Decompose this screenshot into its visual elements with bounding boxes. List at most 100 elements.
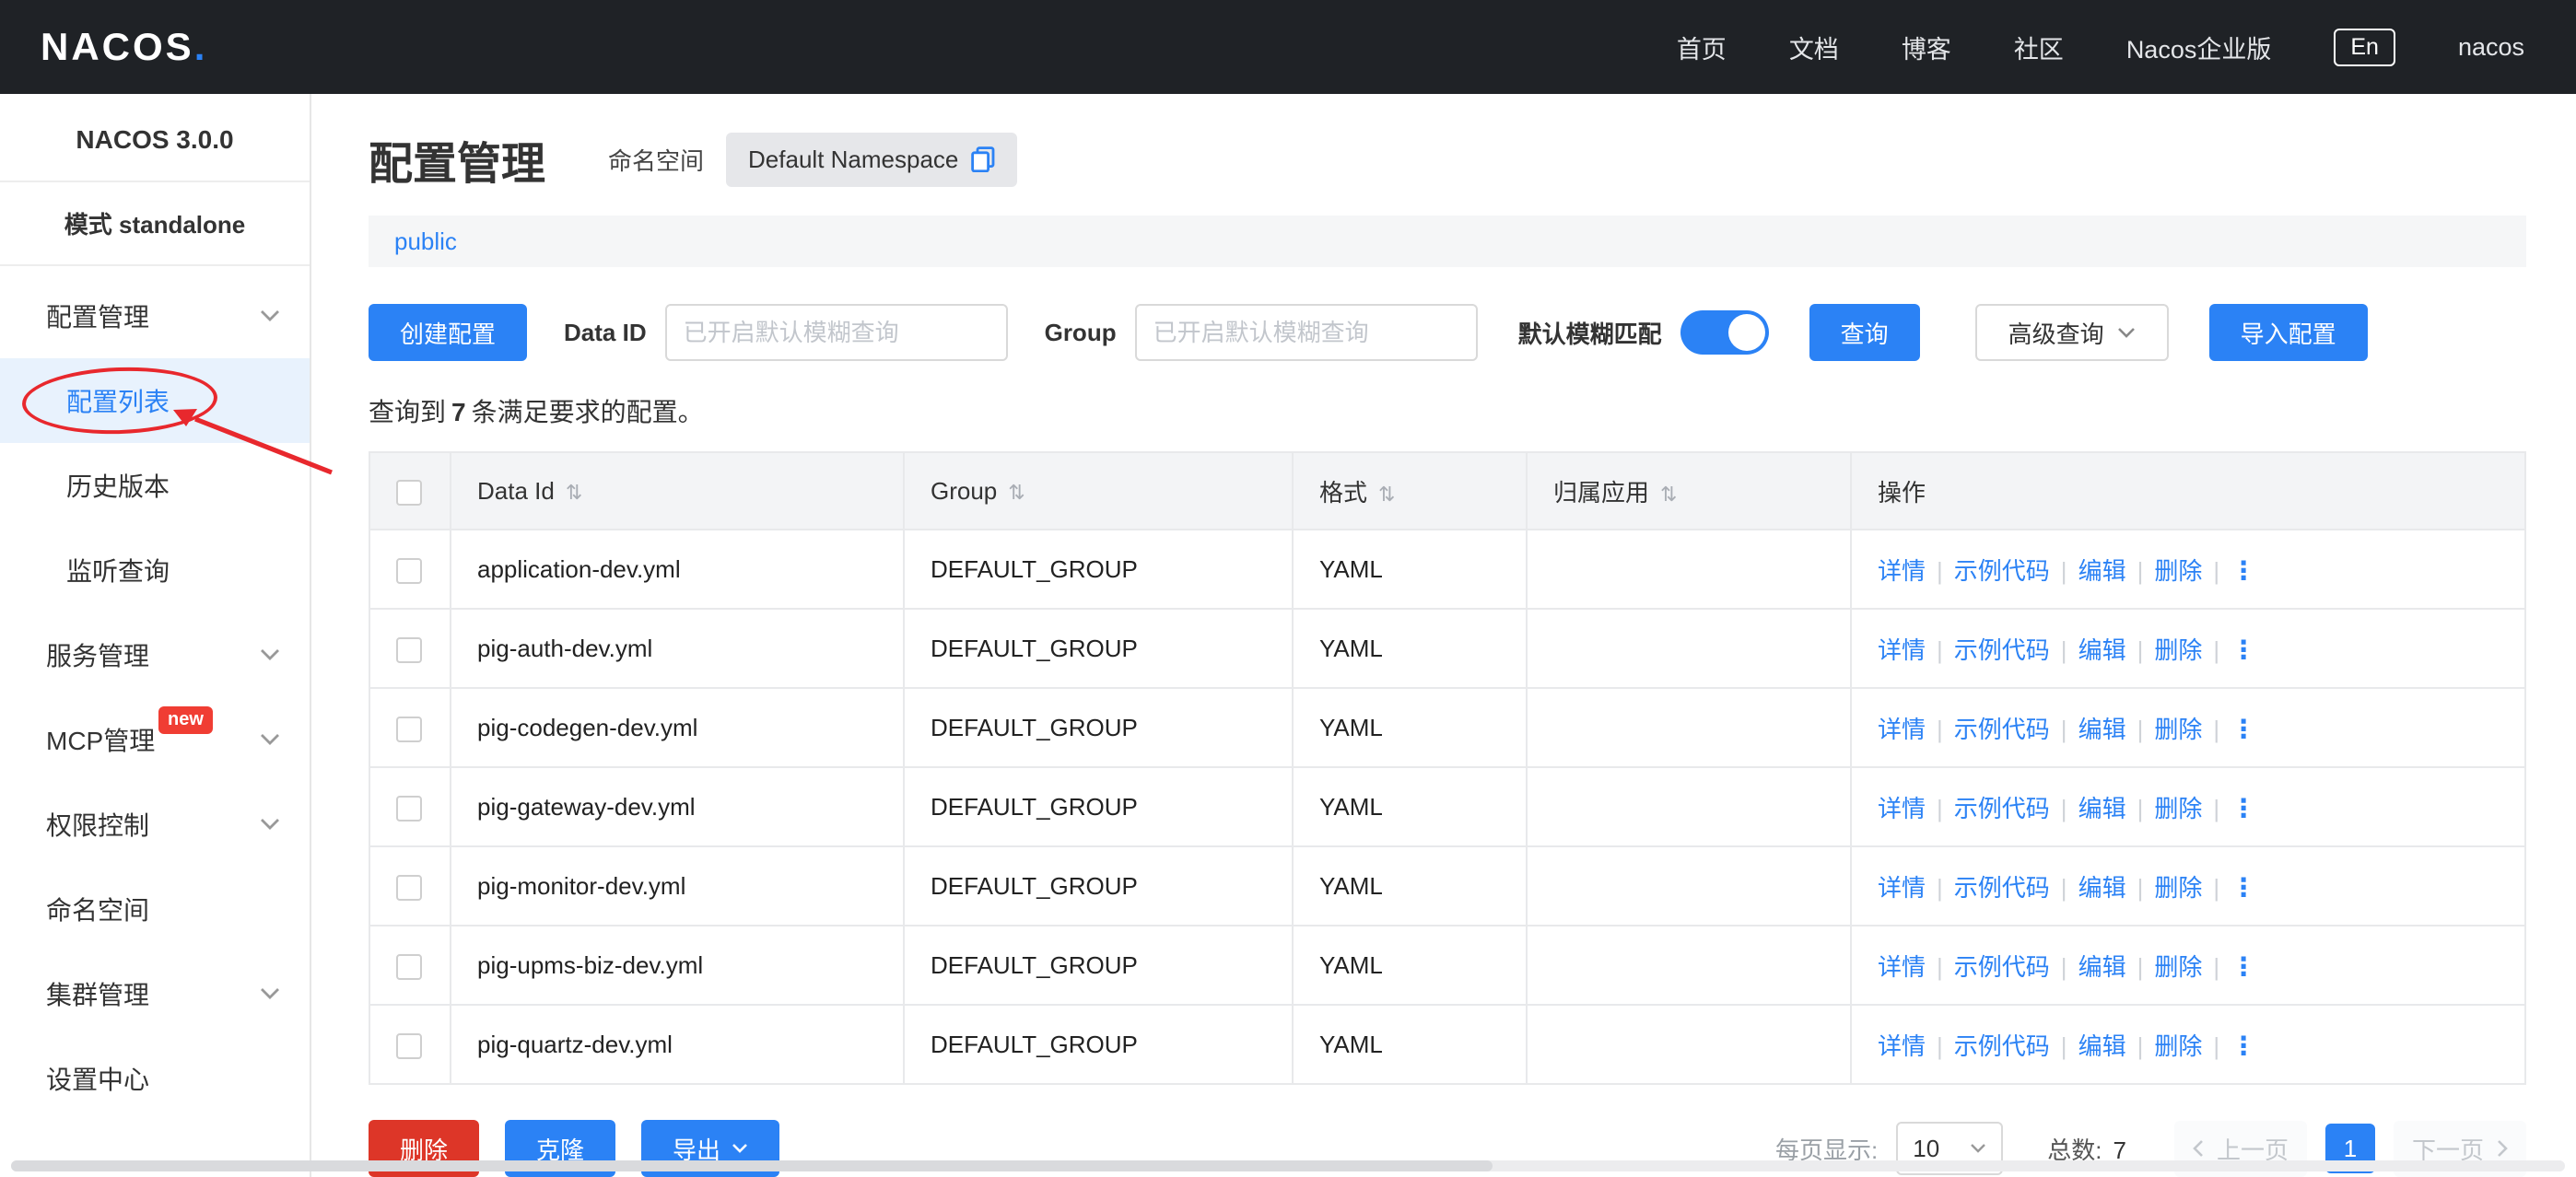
row-action-link[interactable]: 详情	[1878, 874, 1926, 902]
table-header-row: Data Id⇅ Group⇅ 格式⇅ 归属应用⇅ 操作	[369, 452, 2525, 530]
sidebar-item-settings-center[interactable]: 设置中心	[0, 1036, 310, 1121]
more-actions-icon[interactable]: ⋮	[2231, 715, 2256, 743]
row-checkbox[interactable]	[396, 637, 422, 663]
header-data-id[interactable]: Data Id⇅	[451, 452, 904, 530]
mode-standalone: 模式 standalone	[0, 182, 310, 266]
cell-data-id: pig-auth-dev.yml	[451, 609, 904, 688]
row-checkbox[interactable]	[396, 1033, 422, 1059]
row-action-link[interactable]: 示例代码	[1954, 1032, 2050, 1060]
row-action-link[interactable]: 详情	[1878, 557, 1926, 585]
sidebar-item-namespace[interactable]: 命名空间	[0, 867, 310, 951]
sidebar-item-label: 配置列表	[66, 382, 170, 419]
row-action-link[interactable]: 详情	[1878, 795, 1926, 822]
row-action-link[interactable]: 编辑	[2078, 795, 2126, 822]
row-action-link[interactable]: 详情	[1878, 953, 1926, 981]
action-separator: |	[2137, 716, 2144, 743]
row-action-link[interactable]: 编辑	[2078, 1032, 2126, 1060]
sort-icon[interactable]: ⇅	[1008, 481, 1025, 504]
more-actions-icon[interactable]: ⋮	[2231, 873, 2256, 902]
row-checkbox[interactable]	[396, 558, 422, 584]
sort-icon[interactable]: ⇅	[566, 481, 582, 504]
row-action-link[interactable]: 示例代码	[1954, 557, 2050, 585]
copy-icon[interactable]	[971, 146, 995, 172]
row-action-link[interactable]: 删除	[2154, 1032, 2202, 1060]
sidebar-item-history-versions[interactable]: 历史版本	[0, 443, 310, 528]
sidebar-item-permission-control[interactable]: 权限控制	[0, 782, 310, 867]
nacos-logo[interactable]: NACOS.	[41, 25, 207, 69]
row-action-link[interactable]: 示例代码	[1954, 716, 2050, 743]
sidebar-menu: 配置管理 配置列表 历史版本 监听查询 服务管理	[0, 266, 310, 1121]
nav-community[interactable]: 社区	[2014, 29, 2064, 65]
language-toggle[interactable]: En	[2334, 29, 2395, 66]
user-name[interactable]: nacos	[2458, 33, 2524, 62]
row-action-link[interactable]: 删除	[2154, 953, 2202, 981]
sidebar-item-listening-query[interactable]: 监听查询	[0, 528, 310, 612]
more-actions-icon[interactable]: ⋮	[2231, 635, 2256, 664]
row-action-link[interactable]: 示例代码	[1954, 795, 2050, 822]
row-checkbox[interactable]	[396, 796, 422, 822]
advanced-search-button[interactable]: 高级查询	[1975, 304, 2169, 361]
cell-format: YAML	[1293, 688, 1527, 767]
sidebar-item-mcp-management[interactable]: MCP管理 new	[0, 697, 310, 782]
nav-home[interactable]: 首页	[1677, 29, 1727, 65]
chevron-down-icon	[1970, 1143, 1986, 1154]
more-actions-icon[interactable]: ⋮	[2231, 556, 2256, 585]
scrollbar-thumb[interactable]	[11, 1160, 1493, 1171]
row-action-link[interactable]: 编辑	[2078, 716, 2126, 743]
group-input[interactable]	[1135, 304, 1478, 361]
namespace-selector[interactable]: Default Namespace	[726, 133, 1017, 187]
logo-dot: .	[194, 25, 208, 68]
row-action-link[interactable]: 示例代码	[1954, 636, 2050, 664]
sidebar-item-service-management[interactable]: 服务管理	[0, 612, 310, 697]
namespace-tab-public[interactable]: public	[394, 227, 457, 256]
row-action-link[interactable]: 删除	[2154, 636, 2202, 664]
search-button[interactable]: 查询	[1809, 304, 1920, 361]
row-action-link[interactable]: 示例代码	[1954, 953, 2050, 981]
data-id-input[interactable]	[665, 304, 1008, 361]
more-actions-icon[interactable]: ⋮	[2231, 952, 2256, 981]
fuzzy-match-toggle[interactable]	[1680, 310, 1769, 355]
table-row: pig-monitor-dev.yml DEFAULT_GROUP YAML 详…	[369, 846, 2525, 926]
row-action-link[interactable]: 示例代码	[1954, 874, 2050, 902]
cell-data-id: pig-codegen-dev.yml	[451, 688, 904, 767]
cell-app	[1527, 609, 1851, 688]
chevron-down-icon	[260, 733, 280, 746]
nav-docs[interactable]: 文档	[1789, 29, 1839, 65]
header-format[interactable]: 格式⇅	[1293, 452, 1527, 530]
more-actions-icon[interactable]: ⋮	[2231, 1031, 2256, 1060]
header-group[interactable]: Group⇅	[904, 452, 1293, 530]
sidebar-item-config-list[interactable]: 配置列表	[0, 358, 310, 443]
nav-enterprise[interactable]: Nacos企业版	[2126, 29, 2272, 65]
row-checkbox[interactable]	[396, 954, 422, 980]
row-action-link[interactable]: 编辑	[2078, 953, 2126, 981]
header-app[interactable]: 归属应用⇅	[1527, 452, 1851, 530]
summary-count: 7	[446, 398, 472, 426]
row-checkbox[interactable]	[396, 875, 422, 901]
nav-blog[interactable]: 博客	[1902, 29, 1951, 65]
row-action-link[interactable]: 删除	[2154, 557, 2202, 585]
action-separator: |	[2061, 1032, 2067, 1060]
cell-group: DEFAULT_GROUP	[904, 767, 1293, 846]
sidebar-item-cluster-management[interactable]: 集群管理	[0, 951, 310, 1036]
select-all-checkbox[interactable]	[396, 480, 422, 506]
row-action-link[interactable]: 删除	[2154, 795, 2202, 822]
row-action-link[interactable]: 详情	[1878, 1032, 1926, 1060]
sort-icon[interactable]: ⇅	[1378, 483, 1395, 506]
row-action-link[interactable]: 详情	[1878, 716, 1926, 743]
row-action-link[interactable]: 编辑	[2078, 636, 2126, 664]
row-action-link[interactable]: 编辑	[2078, 557, 2126, 585]
row-action-link[interactable]: 删除	[2154, 874, 2202, 902]
row-action-link[interactable]: 删除	[2154, 716, 2202, 743]
create-config-button[interactable]: 创建配置	[369, 304, 527, 361]
sidebar-item-label: 命名空间	[46, 891, 149, 927]
row-checkbox[interactable]	[396, 717, 422, 742]
horizontal-scrollbar[interactable]	[11, 1160, 2565, 1171]
sort-icon[interactable]: ⇅	[1660, 483, 1677, 506]
row-action-link[interactable]: 详情	[1878, 636, 1926, 664]
cell-group: DEFAULT_GROUP	[904, 609, 1293, 688]
more-actions-icon[interactable]: ⋮	[2231, 794, 2256, 822]
cell-group: DEFAULT_GROUP	[904, 688, 1293, 767]
sidebar-item-config-management[interactable]: 配置管理	[0, 274, 310, 358]
import-config-button[interactable]: 导入配置	[2209, 304, 2368, 361]
row-action-link[interactable]: 编辑	[2078, 874, 2126, 902]
